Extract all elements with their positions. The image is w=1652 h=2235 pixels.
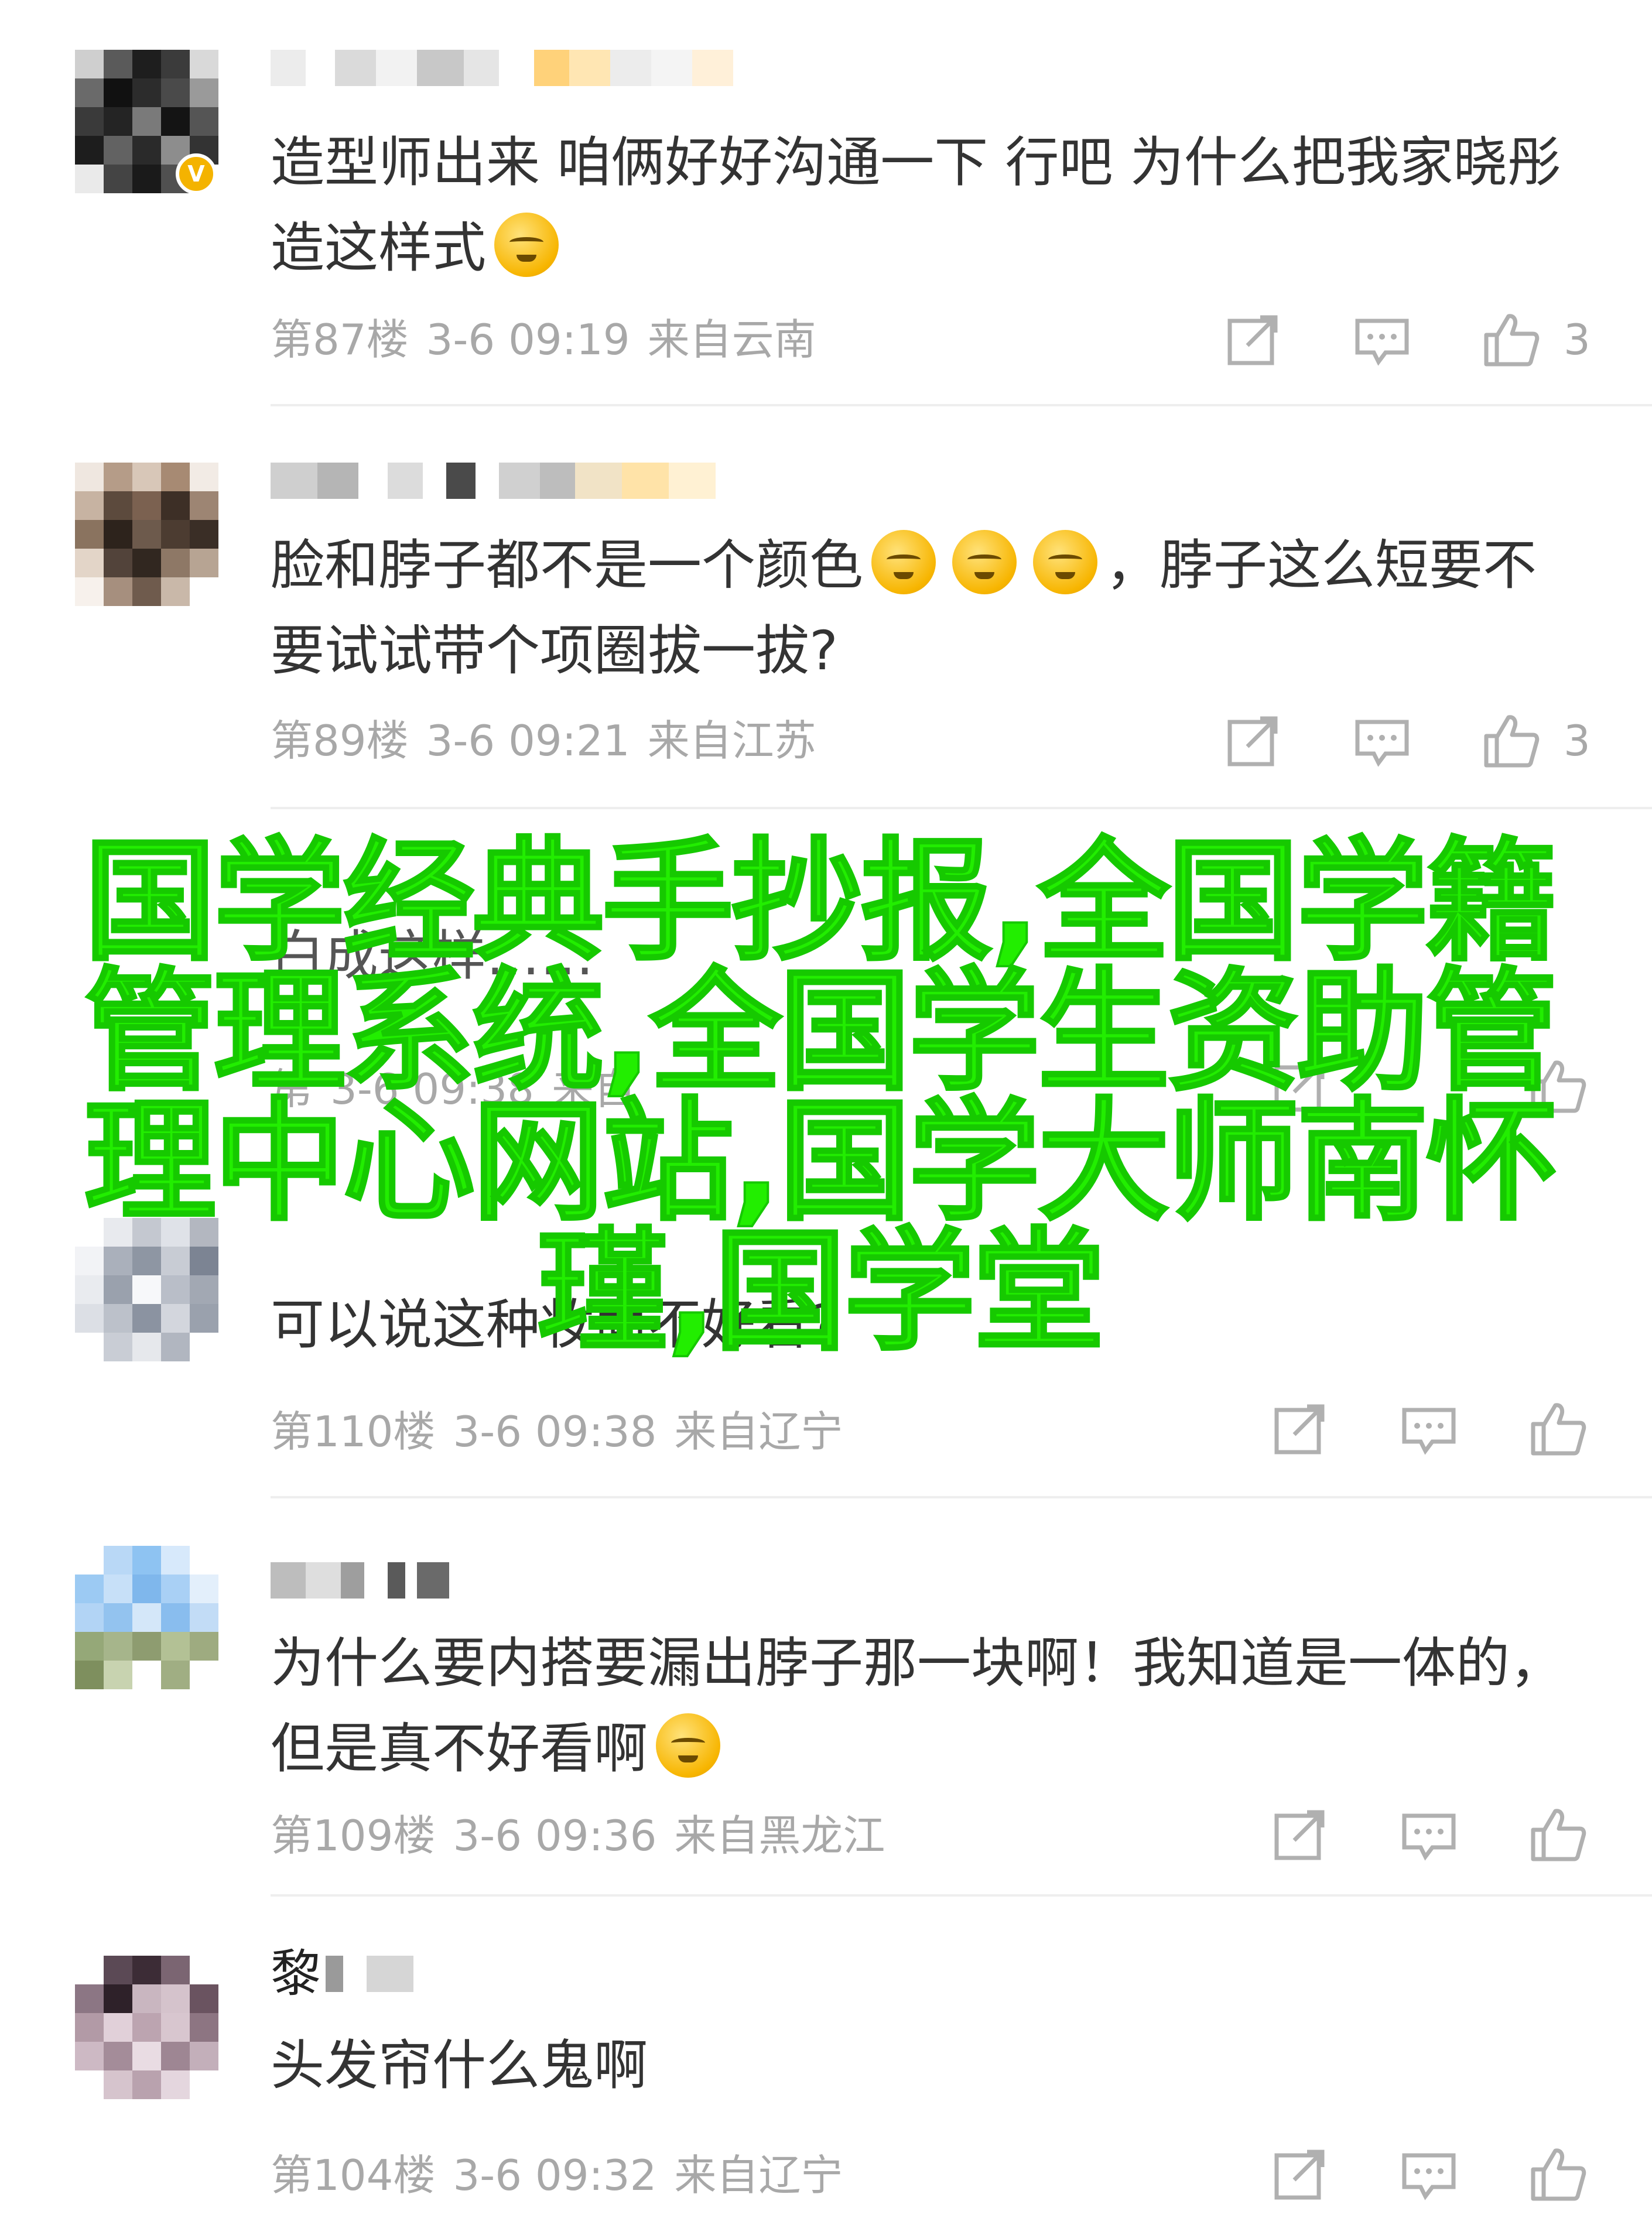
- location-label: 来自辽宁: [674, 2151, 843, 2200]
- divider: [271, 807, 1652, 809]
- timestamp: 3-6 09:19: [426, 315, 630, 364]
- username[interactable]: [271, 463, 716, 499]
- like-count: 3: [1564, 716, 1591, 765]
- overlay-line: 管理系统,全国学生资助管: [83, 956, 1559, 1109]
- timestamp: 3-6 09:21: [426, 716, 630, 765]
- comment-meta: 第89楼 3-6 09:21 来自江苏: [271, 711, 816, 770]
- divider: [271, 1496, 1652, 1498]
- thumbs-up-icon[interactable]: [1528, 2145, 1587, 2203]
- avatar[interactable]: [75, 463, 218, 606]
- dizzy-face-icon: [656, 1713, 721, 1778]
- comment-meta: 第109楼 3-6 09:36 来自黑龙江: [271, 1806, 885, 1865]
- comment-actions: [1271, 2142, 1652, 2206]
- avatar[interactable]: [75, 1956, 218, 2099]
- username[interactable]: [271, 1562, 449, 1599]
- overlay-line: 国学经典手抄报,全国学籍: [83, 826, 1559, 979]
- location-label: 来自辽宁: [674, 1407, 843, 1456]
- floor-label: 第89楼: [271, 716, 409, 765]
- comment-meta: 第104楼 3-6 09:32 来自辽宁: [271, 2146, 843, 2205]
- comment-text: 头发帘什么鬼啊: [271, 2034, 648, 2097]
- share-icon[interactable]: [1271, 2145, 1329, 2203]
- share-icon[interactable]: [1271, 1399, 1329, 1458]
- divider: [271, 1894, 1652, 1897]
- comment-text: 造型师出来 咱俩好好沟通一下 行吧 为什么把我家晓彤造这样式: [271, 131, 1561, 279]
- share-icon[interactable]: [1224, 711, 1282, 770]
- verified-badge-icon: V: [176, 153, 217, 194]
- location-label: 来自黑龙江: [674, 1811, 885, 1860]
- avatar[interactable]: [75, 1546, 218, 1689]
- comment-meta: 第110楼 3-6 09:38 来自辽宁: [271, 1402, 843, 1461]
- comment-actions: [1271, 1397, 1652, 1461]
- username[interactable]: 黎: [271, 1949, 413, 1999]
- overlay-line: 瑾,国学堂: [536, 1216, 1106, 1369]
- comment-actions: 3: [1224, 709, 1646, 773]
- share-icon[interactable]: [1224, 310, 1282, 369]
- location-label: 来自云南: [647, 315, 816, 364]
- comment-icon[interactable]: [1400, 1399, 1458, 1458]
- sad-sweat-face-icon: [871, 530, 936, 594]
- comment-icon[interactable]: [1400, 2145, 1458, 2203]
- thumbs-up-icon[interactable]: [1528, 1399, 1587, 1458]
- comment-icon[interactable]: [1353, 310, 1411, 369]
- floor-label: 第109楼: [271, 1811, 436, 1860]
- sad-sweat-face-icon: [1033, 530, 1098, 594]
- username[interactable]: [271, 50, 733, 86]
- sad-sweat-face-icon: [952, 530, 1017, 594]
- comment-actions: 3: [1224, 307, 1646, 372]
- floor-label: 第87楼: [271, 315, 409, 364]
- comment-text: 为什么要内搭要漏出脖子那一块啊！我知道是一体的，但是真不好看啊: [271, 1632, 1564, 1780]
- like-count: 3: [1564, 315, 1591, 364]
- comment-icon[interactable]: [1400, 1805, 1458, 1864]
- overlay-text: 国学经典手抄报,全国学籍 管理系统,全国学生资助管 理中心网站,国学大师南怀 瑾…: [23, 826, 1616, 1369]
- timestamp: 3-6 09:36: [453, 1811, 657, 1860]
- thumbs-up-icon[interactable]: [1482, 310, 1540, 369]
- comment-actions: [1271, 1802, 1652, 1867]
- location-label: 来自江苏: [647, 716, 816, 765]
- comment-text: 脸和脖子都不是一个颜色 ，脖子这么短要不要试试带个项圈拔一拔?: [271, 523, 1588, 694]
- comment-meta: 第87楼 3-6 09:19 来自云南: [271, 310, 816, 369]
- crying-face-icon: [494, 213, 559, 277]
- floor-label: 第104楼: [271, 2151, 436, 2200]
- thumbs-up-icon[interactable]: [1482, 711, 1540, 770]
- timestamp: 3-6 09:32: [453, 2151, 657, 2200]
- comment-icon[interactable]: [1353, 711, 1411, 770]
- divider: [271, 404, 1652, 406]
- timestamp: 3-6 09:38: [453, 1407, 657, 1456]
- overlay-line: 理中心网站,国学大师南怀: [83, 1086, 1559, 1239]
- share-icon[interactable]: [1271, 1805, 1329, 1864]
- thumbs-up-icon[interactable]: [1528, 1805, 1587, 1864]
- floor-label: 第110楼: [271, 1407, 436, 1456]
